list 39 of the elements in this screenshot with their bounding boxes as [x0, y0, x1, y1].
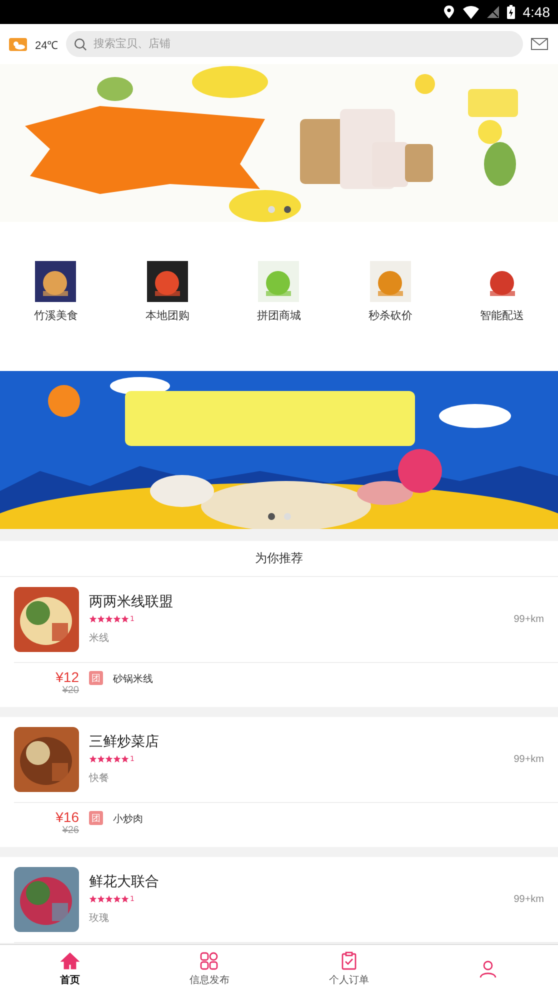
section-title: 为你推荐 — [255, 550, 303, 567]
tab-bar-item[interactable]: 信息发布 — [140, 945, 279, 992]
search-field[interactable]: 搜索宝贝、店铺 — [66, 31, 523, 57]
battery-charging-icon — [506, 5, 515, 19]
category-label[interactable]: 秒杀砍价 — [368, 308, 413, 323]
group-buy-tag: 团 — [89, 671, 103, 685]
tab-bar-item[interactable]: 首页 — [0, 945, 140, 992]
deal-price: ¥16 — [56, 809, 79, 825]
shop-category: 快餐 — [89, 772, 110, 785]
shop-category: 玫瑰 — [89, 912, 110, 925]
group-buy-tag: 团 — [89, 811, 103, 825]
original-price: ¥20 — [62, 685, 79, 696]
original-price: ¥26 — [62, 825, 79, 836]
category-label[interactable]: 竹溪美食 — [34, 308, 78, 323]
person-icon — [478, 958, 498, 978]
location-icon — [442, 5, 455, 19]
no-signal-icon — [486, 6, 499, 18]
distance: 99+km — [514, 754, 544, 765]
deal-price: ¥12 — [56, 669, 79, 685]
grid-icon — [199, 950, 220, 970]
deal-name: 砂锅米线 — [113, 672, 153, 687]
deal-name: 小炒肉 — [113, 812, 143, 827]
shop-name: 三鲜炒菜店 — [89, 733, 160, 751]
category-label[interactable]: 本地团购 — [145, 308, 190, 323]
wifi-icon — [462, 6, 479, 18]
category-label[interactable]: 拼团商城 — [256, 308, 301, 323]
shop-category: 米线 — [89, 632, 110, 645]
weather-icon — [9, 38, 27, 50]
distance: 99+km — [514, 614, 544, 625]
distance: 99+km — [514, 894, 544, 905]
shop-name: 两两米线联盟 — [89, 593, 174, 611]
search-icon — [74, 38, 88, 51]
temperature: 24℃ — [35, 38, 58, 52]
shop-name: 鲜花大联合 — [89, 873, 160, 891]
category-label[interactable]: 智能配送 — [480, 308, 524, 323]
tab-bar-item[interactable]: 个人订单 — [279, 945, 418, 992]
home-icon — [60, 950, 80, 970]
mail-icon[interactable] — [531, 38, 548, 50]
status-time: 4:48 — [522, 4, 550, 20]
